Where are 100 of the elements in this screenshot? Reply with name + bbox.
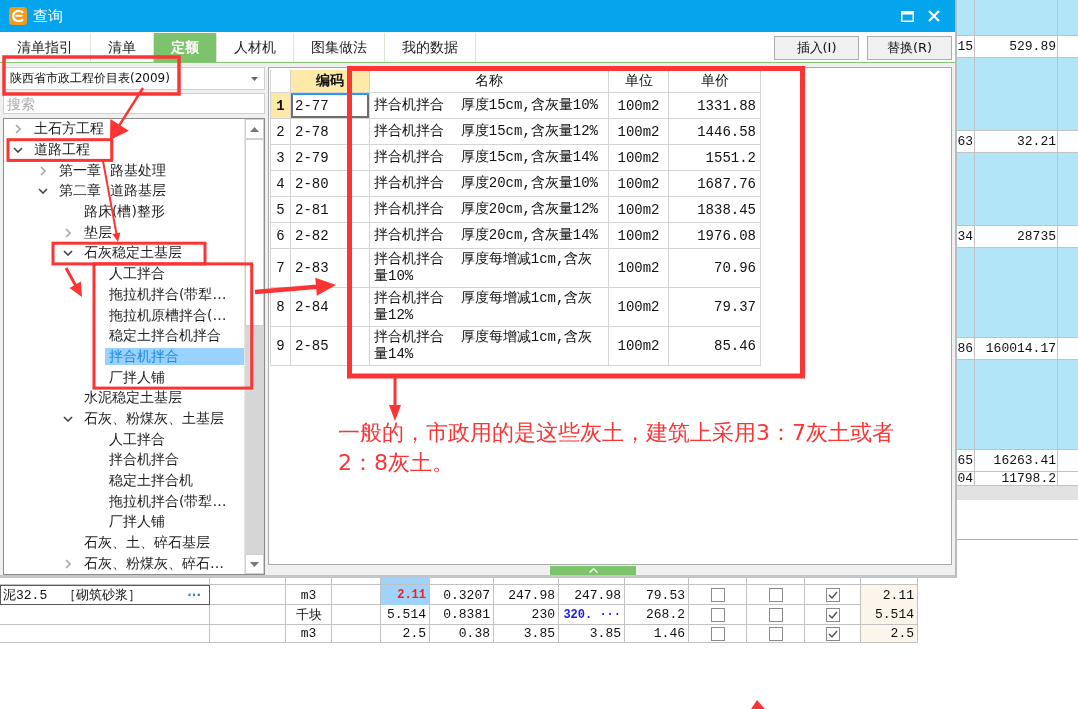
sheet-cell: 79.53 bbox=[625, 585, 689, 605]
name-cell: 拌合机拌合 厚度每增减1cm,含灰量12% bbox=[370, 288, 609, 327]
tree-item[interactable]: 人工拌合 bbox=[105, 265, 244, 283]
sheet-cell: 千块 bbox=[286, 605, 332, 624]
sheet-cell: 0.38 bbox=[430, 625, 494, 642]
checkbox[interactable] bbox=[710, 626, 725, 641]
unit-cell: 100m2 bbox=[609, 249, 669, 288]
toolbar-button[interactable]: 替换(R) bbox=[867, 35, 952, 60]
tree-item[interactable]: 石灰、土、碎石基层 bbox=[80, 534, 244, 552]
row-number: 9 bbox=[271, 327, 291, 366]
scroll-down-button[interactable] bbox=[245, 554, 264, 574]
collapse-handle[interactable] bbox=[550, 566, 636, 575]
tree-item[interactable]: 石灰、粉煤灰、土基层 bbox=[80, 410, 244, 428]
price-cell: 1446.58 bbox=[669, 119, 761, 145]
tree-item[interactable]: 石灰稳定土基层 bbox=[80, 244, 244, 262]
unit-cell: 100m2 bbox=[609, 327, 669, 366]
tree-item[interactable]: 石灰、粉煤灰、碎石… bbox=[80, 555, 244, 573]
checkbox[interactable] bbox=[768, 607, 783, 622]
code-cell: 2-79 bbox=[291, 145, 370, 171]
unit-cell: 100m2 bbox=[609, 171, 669, 197]
price-cell: 1331.88 bbox=[669, 93, 761, 119]
toolbar-button[interactable]: 插入(I) bbox=[774, 35, 859, 60]
tree-item[interactable]: 拌合机拌合 bbox=[105, 451, 244, 469]
chevron-down-icon[interactable] bbox=[38, 188, 48, 195]
price-cell: 1687.76 bbox=[669, 171, 761, 197]
edit-cell[interactable]: 泥32.5 ［砌筑砂浆］ ··· bbox=[0, 585, 210, 605]
name-cell: 拌合机拌合 厚度15cm,含灰量10% bbox=[370, 93, 609, 119]
sheet-cell: m3 bbox=[286, 585, 332, 605]
sheet-cell: 230 bbox=[494, 605, 559, 624]
triangle-up-icon bbox=[250, 126, 259, 132]
checkbox[interactable] bbox=[768, 588, 783, 602]
chevron-down-icon[interactable] bbox=[13, 147, 23, 154]
cell-text: 2.11 bbox=[397, 588, 426, 602]
name-cell: 拌合机拌合 厚度20cm,含灰量12% bbox=[370, 197, 609, 223]
name-cell: 拌合机拌合 厚度每增减1cm,含灰量10% bbox=[370, 249, 609, 288]
sheet-cell: 28735 bbox=[975, 226, 1058, 247]
name-cell: 拌合机拌合 厚度每增减1cm,含灰量14% bbox=[370, 327, 609, 366]
unit-cell: 100m2 bbox=[609, 197, 669, 223]
sheet-cell: 529.89 bbox=[975, 36, 1058, 57]
scrollbar-thumb[interactable] bbox=[245, 139, 264, 326]
sheet-cell: 1.46 bbox=[625, 625, 689, 642]
checkbox[interactable] bbox=[825, 626, 840, 641]
library-select[interactable]: 陕西省市政工程价目表(2009) bbox=[3, 67, 265, 90]
tree-item[interactable]: 路床(槽)整形 bbox=[80, 203, 244, 221]
chevron-right-icon[interactable] bbox=[65, 558, 71, 569]
checkbox[interactable] bbox=[710, 588, 725, 602]
scroll-up-button[interactable] bbox=[245, 119, 264, 139]
code-cell: 2-85 bbox=[291, 327, 370, 366]
name-cell: 拌合机拌合 厚度20cm,含灰量10% bbox=[370, 171, 609, 197]
column-header: 名称 bbox=[370, 70, 609, 93]
sheet-cell: 3.85 bbox=[559, 625, 625, 642]
tree-item[interactable]: 厂拌人铺 bbox=[105, 369, 244, 387]
tree-item[interactable]: 稳定土拌合机拌合 bbox=[105, 327, 244, 345]
tree-item[interactable]: 土石方工程 bbox=[30, 120, 244, 138]
chevron-right-icon[interactable] bbox=[15, 124, 21, 135]
sheet-cell: m3 bbox=[286, 625, 332, 642]
caret-down-icon bbox=[251, 76, 258, 81]
checkbox[interactable] bbox=[710, 607, 725, 622]
code-cell: 2-81 bbox=[291, 197, 370, 223]
tree-item[interactable]: 厂拌人铺 bbox=[105, 513, 244, 531]
tree-item[interactable]: 垫层 bbox=[80, 224, 244, 242]
tree-item[interactable]: 拖拉机拌合(带犁… bbox=[105, 493, 244, 511]
sheet-cell: 2.11 bbox=[861, 585, 918, 605]
cell-text: 320. ··· bbox=[563, 607, 621, 622]
tree-item[interactable]: 第二章 道路基层 bbox=[55, 182, 244, 200]
more-button[interactable]: ··· bbox=[187, 588, 201, 602]
close-icon bbox=[928, 10, 940, 22]
chevron-down-icon[interactable] bbox=[63, 250, 73, 257]
scrollbar-track[interactable] bbox=[957, 486, 1078, 500]
tree-item[interactable]: 道路工程 bbox=[30, 141, 244, 159]
tree-item[interactable]: 第一章 路基处理 bbox=[55, 162, 244, 180]
sheet-cell: 2.5 bbox=[861, 625, 918, 642]
row-number: 7 bbox=[271, 249, 291, 288]
sheet-cell: 0.8381 bbox=[430, 605, 494, 624]
row-number: 2 bbox=[271, 119, 291, 145]
unit-cell: 100m2 bbox=[609, 145, 669, 171]
sheet-cell: 32.21 bbox=[975, 131, 1058, 152]
arrowhead-mark bbox=[751, 700, 765, 709]
checkbox[interactable] bbox=[825, 588, 840, 602]
annotation-note: 一般的，市政用的是这些灰土，建筑上采用3：7灰土或者2：8灰土。 bbox=[338, 419, 895, 477]
price-cell: 1838.45 bbox=[669, 197, 761, 223]
sheet-cell: 2.5 bbox=[381, 625, 430, 642]
annotation-arrow bbox=[389, 378, 401, 421]
tree-item[interactable]: 拖拉机原槽拌合(… bbox=[105, 307, 244, 325]
tree-item[interactable]: 拖拉机拌合(带犁… bbox=[105, 286, 244, 304]
unit-cell: 100m2 bbox=[609, 288, 669, 327]
sheet-cell: 160014.17 bbox=[975, 338, 1058, 359]
checkbox[interactable] bbox=[768, 626, 783, 641]
tree-item[interactable]: 水泥稳定土基层 bbox=[80, 389, 244, 407]
chevron-right-icon[interactable] bbox=[65, 227, 71, 238]
chevron-right-icon[interactable] bbox=[40, 165, 46, 176]
chevron-down-icon[interactable] bbox=[63, 415, 73, 422]
row-number: 4 bbox=[271, 171, 291, 197]
checkbox[interactable] bbox=[825, 607, 840, 622]
annotation-arrow bbox=[110, 87, 145, 140]
name-cell: 拌合机拌合 厚度15cm,含灰量12% bbox=[370, 119, 609, 145]
tree-item[interactable]: 人工拌合 bbox=[105, 431, 244, 449]
column-header: 编码 bbox=[291, 70, 370, 93]
tree-item[interactable]: 稳定土拌合机 bbox=[105, 472, 244, 490]
unit-cell: 100m2 bbox=[609, 119, 669, 145]
